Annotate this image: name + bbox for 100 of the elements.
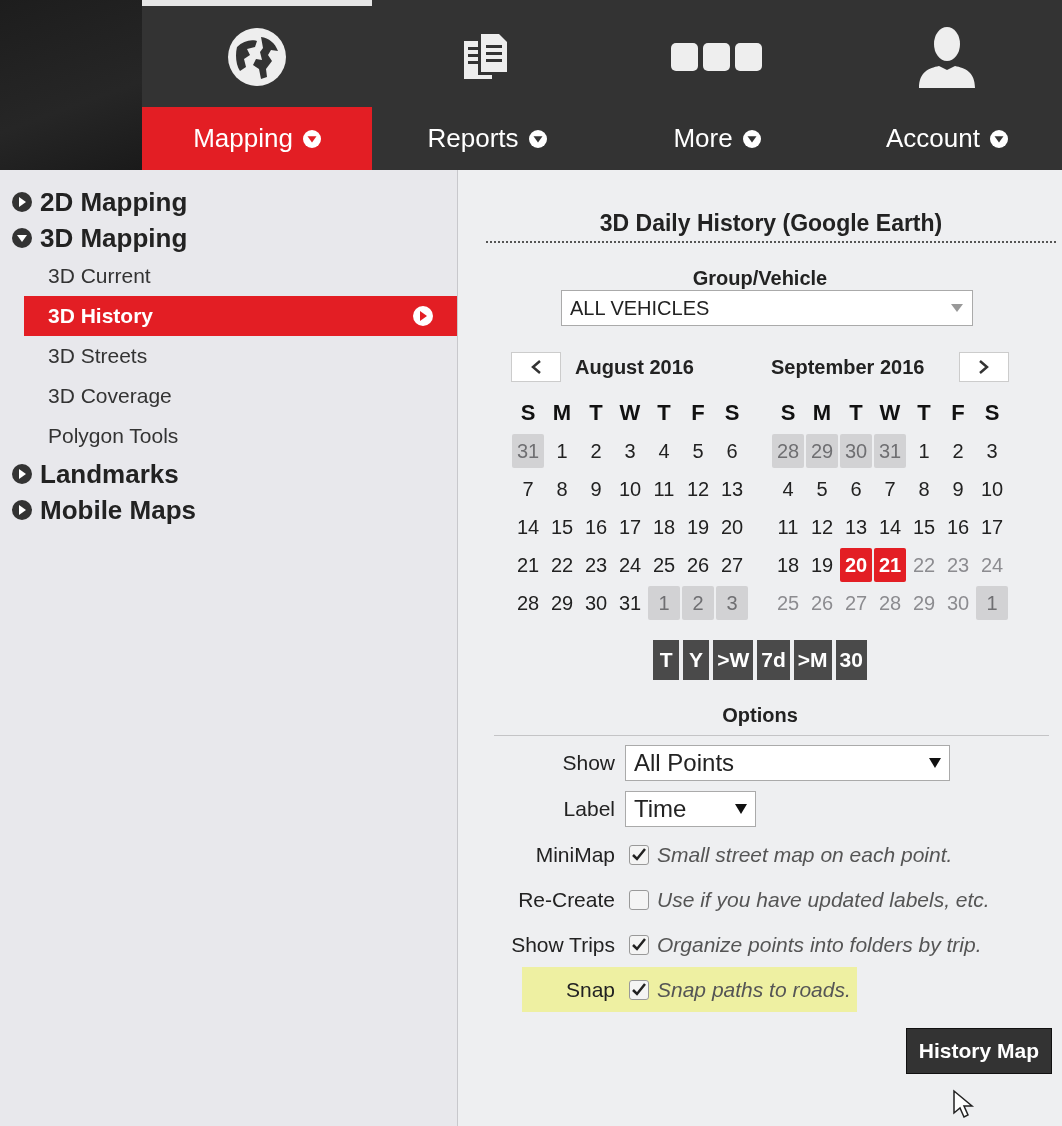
calendar-day[interactable]: 27 <box>716 548 748 582</box>
option-hint: Organize points into folders by trip. <box>657 932 982 957</box>
next-month-button[interactable] <box>959 352 1009 382</box>
calendar-day[interactable]: 19 <box>682 510 714 544</box>
option-select[interactable]: Time <box>625 791 756 827</box>
calendar-day[interactable]: 22 <box>546 548 578 582</box>
calendar-day[interactable]: 20 <box>716 510 748 544</box>
calendar-day[interactable]: 28 <box>512 586 544 620</box>
checkbox[interactable] <box>629 934 649 955</box>
calendar-day[interactable]: 18 <box>648 510 680 544</box>
calendar-day[interactable]: 2 <box>580 434 612 468</box>
quick-range-button[interactable]: Y <box>683 640 710 680</box>
checkbox[interactable] <box>629 979 649 1000</box>
calendar-day[interactable]: 26 <box>682 548 714 582</box>
calendar-day[interactable]: 30 <box>580 586 612 620</box>
sidebar-group[interactable]: Mobile Maps <box>0 492 457 528</box>
calendar-day[interactable]: 13 <box>840 510 872 544</box>
weekday-header: S <box>520 400 536 426</box>
quick-range-button[interactable]: T <box>653 640 680 680</box>
calendar-day[interactable]: 3 <box>614 434 646 468</box>
sidebar-item[interactable]: Polygon Tools <box>24 416 457 456</box>
collapsed-icon <box>12 192 32 212</box>
nav-tab[interactable]: Reports <box>372 107 602 170</box>
calendar-day[interactable]: 5 <box>682 434 714 468</box>
calendar-day[interactable]: 19 <box>806 548 838 582</box>
calendar-day[interactable]: 13 <box>716 472 748 506</box>
calendar-day[interactable]: 23 <box>580 548 612 582</box>
calendar-day[interactable]: 16 <box>942 510 974 544</box>
vehicle-select[interactable]: ALL VEHICLES <box>561 290 973 326</box>
calendar-day[interactable]: 8 <box>908 472 940 506</box>
chevron-right-icon <box>978 359 990 375</box>
calendar-day[interactable]: 1 <box>908 434 940 468</box>
calendar-day[interactable]: 10 <box>614 472 646 506</box>
expanded-icon <box>12 228 32 248</box>
calendar-day[interactable]: 11 <box>648 472 680 506</box>
calendar-day[interactable]: 6 <box>716 434 748 468</box>
nav-tab[interactable]: Account <box>832 107 1062 170</box>
calendar-day[interactable]: 12 <box>682 472 714 506</box>
weekday-header: T <box>589 400 603 426</box>
calendar-day[interactable]: 2 <box>942 434 974 468</box>
chevron-left-icon <box>530 359 542 375</box>
calendar-day[interactable]: 11 <box>772 510 804 544</box>
weekday-header: W <box>619 400 641 426</box>
caret-icon <box>929 758 941 768</box>
calendar-day[interactable]: 10 <box>976 472 1008 506</box>
option-select[interactable]: All Points <box>625 745 950 781</box>
weekday-header: T <box>657 400 671 426</box>
calendar-day[interactable]: 20 <box>840 548 872 582</box>
check-icon <box>631 981 647 998</box>
nav-tab[interactable]: More <box>602 107 832 170</box>
calendar-day[interactable]: 12 <box>806 510 838 544</box>
calendar-day[interactable]: 21 <box>512 548 544 582</box>
sidebar-group[interactable]: 3D Mapping <box>0 220 457 256</box>
nav-tab[interactable]: Mapping <box>142 107 372 170</box>
sidebar-group[interactable]: Landmarks <box>0 456 457 492</box>
option-label: Label <box>562 797 616 821</box>
sidebar-group[interactable]: 2D Mapping <box>0 184 457 220</box>
calendar-day[interactable]: 9 <box>942 472 974 506</box>
calendar-day[interactable]: 24 <box>614 548 646 582</box>
calendar-day[interactable]: 4 <box>772 472 804 506</box>
calendar-day[interactable]: 5 <box>806 472 838 506</box>
calendar-day[interactable]: 17 <box>976 510 1008 544</box>
calendar-day[interactable]: 15 <box>546 510 578 544</box>
calendar-day[interactable]: 6 <box>840 472 872 506</box>
quick-range-button[interactable]: >M <box>793 640 832 680</box>
quick-range-button[interactable]: 7d <box>757 640 790 680</box>
calendar-day[interactable]: 17 <box>614 510 646 544</box>
collapsed-icon <box>12 464 32 484</box>
calendar-day[interactable]: 7 <box>874 472 906 506</box>
calendar-day[interactable]: 16 <box>580 510 612 544</box>
sidebar-item[interactable]: 3D Current <box>24 256 457 296</box>
check-icon <box>631 936 647 953</box>
sidebar-item[interactable]: 3D History <box>24 296 457 336</box>
history-map-button[interactable]: History Map <box>905 1028 1052 1074</box>
calendar-day[interactable]: 1 <box>546 434 578 468</box>
sidebar-item[interactable]: 3D Coverage <box>24 376 457 416</box>
option-hint: Use if you have updated labels, etc. <box>657 887 990 912</box>
calendar-day[interactable]: 3 <box>976 434 1008 468</box>
calendar-day[interactable]: 9 <box>580 472 612 506</box>
calendar-day[interactable]: 8 <box>546 472 578 506</box>
previous-month-button[interactable] <box>511 352 561 382</box>
quick-range-button[interactable]: 30 <box>835 640 867 680</box>
sidebar-item[interactable]: 3D Streets <box>24 336 457 376</box>
calendar-day[interactable]: 25 <box>648 548 680 582</box>
calendar-day[interactable]: 29 <box>546 586 578 620</box>
calendar-day[interactable]: 18 <box>772 548 804 582</box>
calendar-day[interactable]: 21 <box>874 548 906 582</box>
quick-range-button[interactable]: >W <box>713 640 754 680</box>
caret-icon <box>735 804 747 814</box>
collapsed-icon <box>12 500 32 520</box>
checkbox[interactable] <box>629 844 649 865</box>
calendar-day[interactable]: 14 <box>512 510 544 544</box>
calendar-day[interactable]: 15 <box>908 510 940 544</box>
calendar-day[interactable]: 31 <box>614 586 646 620</box>
weekday-header: S <box>724 400 740 426</box>
calendar-day[interactable]: 14 <box>874 510 906 544</box>
calendar-day[interactable]: 7 <box>512 472 544 506</box>
check-icon <box>631 846 647 863</box>
calendar-day[interactable]: 4 <box>648 434 680 468</box>
checkbox[interactable] <box>629 889 649 910</box>
